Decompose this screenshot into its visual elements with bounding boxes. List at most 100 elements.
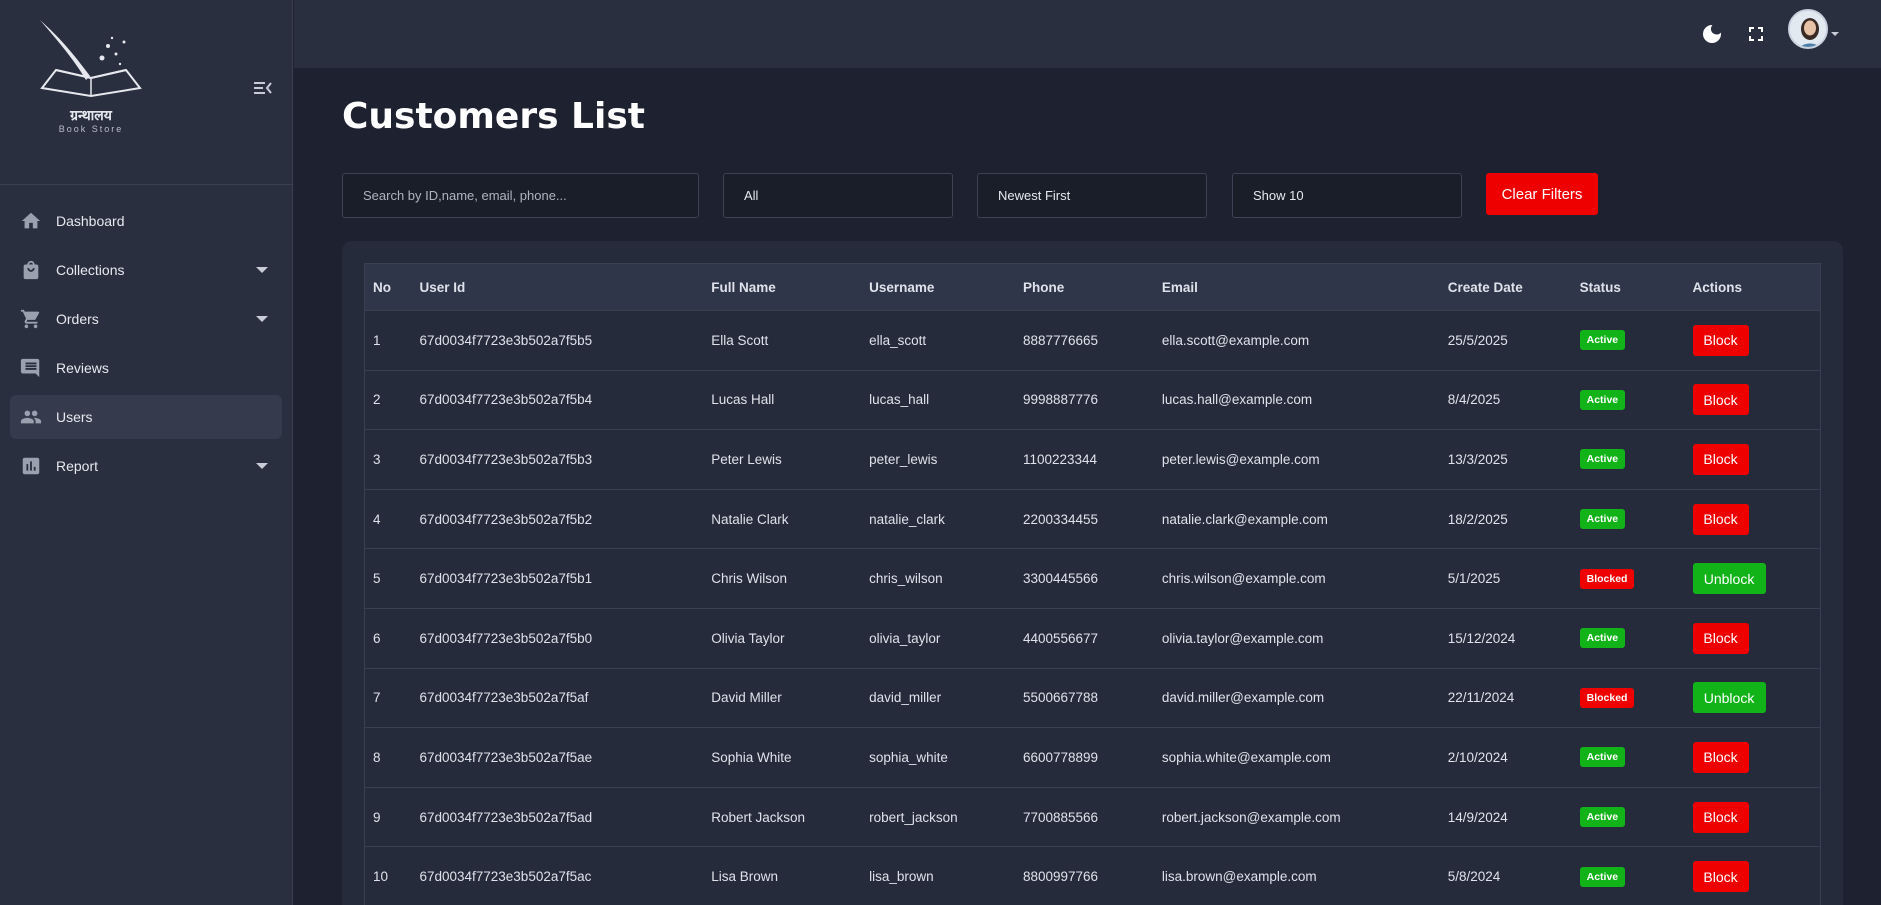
search-field[interactable]: [342, 173, 699, 218]
home-icon: [21, 212, 41, 229]
status-badge: Active: [1579, 807, 1626, 828]
status-cell: Active: [1572, 608, 1685, 668]
full-name-cell: Sophia White: [711, 749, 792, 765]
username-cell: natalie_clark: [869, 511, 945, 527]
user-id-cell: 67d0034f7723e3b502a7f5b5: [419, 332, 593, 348]
block-button[interactable]: Block: [1692, 622, 1749, 654]
fullscreen-button[interactable]: [1744, 22, 1768, 46]
sidebar-item-label: Users: [56, 409, 93, 425]
chevron-down-icon[interactable]: [1831, 32, 1839, 36]
status-badge: Active: [1579, 628, 1626, 649]
username-cell: david_miller: [869, 690, 942, 706]
sidebar-item-dashboard[interactable]: Dashboard: [10, 199, 282, 243]
status-cell: Active: [1572, 311, 1685, 371]
sidebar-item-label: Reviews: [56, 360, 109, 376]
table-row: 7 67d0034f7723e3b502a7f5af David Miller dav…: [364, 668, 1821, 728]
actions-cell: Block: [1685, 847, 1821, 905]
table-header-col-status: Status: [1579, 279, 1621, 295]
status-badge: Active: [1579, 449, 1626, 470]
status-badge: Blocked: [1579, 568, 1635, 589]
block-button[interactable]: Block: [1692, 861, 1749, 893]
comment-icon: [20, 358, 40, 378]
phone-cell: 8887776665: [1022, 332, 1099, 348]
status-cell: Blocked: [1572, 549, 1685, 609]
sidebar-item-collections[interactable]: Collections: [10, 248, 282, 292]
create-date-cell: 18/2/2025: [1447, 511, 1508, 527]
status-cell: Active: [1572, 370, 1685, 430]
moon-icon: [1703, 25, 1721, 43]
search-input[interactable]: [363, 188, 698, 203]
status-cell: Active: [1572, 787, 1685, 847]
people-icon: [20, 410, 42, 424]
cart-icon: [20, 309, 40, 329]
sidebar-item-orders[interactable]: Orders: [10, 297, 282, 341]
row-number: 5: [373, 571, 381, 587]
status-filter-value: All: [744, 188, 759, 203]
actions-cell: Block: [1685, 370, 1821, 430]
row-number: 6: [373, 630, 381, 646]
brand-logo[interactable]: ग्रन्थालय Book Store: [36, 18, 146, 138]
user-id-cell: 67d0034f7723e3b502a7f5b3: [419, 451, 593, 467]
row-number: 1: [373, 332, 381, 348]
chevron-down-icon: [256, 267, 268, 273]
user-id-cell: 67d0034f7723e3b502a7f5b1: [419, 571, 593, 587]
collapse-sidebar-button[interactable]: [254, 80, 276, 100]
table-row: 9 67d0034f7723e3b502a7f5ad Robert Jackson r…: [364, 787, 1821, 847]
block-button[interactable]: Block: [1692, 384, 1749, 416]
email-cell: lisa.brown@example.com: [1161, 869, 1317, 885]
actions-cell: Block: [1685, 728, 1821, 788]
block-button[interactable]: Block: [1692, 741, 1749, 773]
brand-title: ग्रन्थालय: [70, 108, 112, 124]
full-name-cell: David Miller: [711, 690, 782, 706]
sidebar-item-report[interactable]: Report: [10, 444, 282, 488]
create-date-cell: 13/3/2025: [1447, 451, 1508, 467]
book-quill-icon: [40, 20, 142, 98]
sidebar: ग्रन्थालय Book Store Dashboard Collectio…: [0, 0, 293, 905]
row-number: 3: [373, 451, 381, 467]
row-number: 8: [373, 749, 381, 765]
full-name-cell: Natalie Clark: [711, 511, 789, 527]
sidebar-item-users[interactable]: Users: [10, 395, 282, 439]
actions-cell: Block: [1685, 430, 1821, 490]
full-name-cell: Robert Jackson: [711, 809, 806, 825]
sort-select[interactable]: Newest First: [977, 173, 1207, 218]
unblock-button[interactable]: Unblock: [1692, 682, 1766, 714]
unblock-button[interactable]: Unblock: [1692, 563, 1766, 595]
user-id-cell: 67d0034f7723e3b502a7f5b2: [419, 511, 593, 527]
create-date-cell: 14/9/2024: [1447, 809, 1508, 825]
status-badge: Active: [1579, 389, 1626, 410]
block-button[interactable]: Block: [1692, 443, 1749, 475]
block-button[interactable]: Block: [1692, 801, 1749, 833]
status-filter-select[interactable]: All: [723, 173, 953, 218]
email-cell: natalie.clark@example.com: [1161, 511, 1328, 527]
table-header-row: No User Id Full Name Username Phone Email Crea…: [364, 263, 1821, 311]
table-row: 4 67d0034f7723e3b502a7f5b2 Natalie Clark na…: [364, 489, 1821, 549]
clear-filters-button[interactable]: Clear Filters: [1486, 173, 1598, 215]
full-name-cell: Olivia Taylor: [711, 630, 785, 646]
phone-cell: 3300445566: [1022, 571, 1099, 587]
table-body: 1 67d0034f7723e3b502a7f5b5 Ella Scott ella_…: [364, 311, 1821, 905]
chevron-down-icon: [256, 316, 268, 322]
page-size-select[interactable]: Show 10: [1232, 173, 1462, 218]
username-cell: ella_scott: [869, 332, 927, 348]
create-date-cell: 22/11/2024: [1447, 690, 1515, 706]
sidebar-item-label: Dashboard: [56, 213, 125, 229]
create-date-cell: 15/12/2024: [1447, 630, 1516, 646]
actions-cell: Unblock: [1685, 668, 1821, 728]
topbar: [294, 0, 1881, 68]
status-cell: Active: [1572, 430, 1685, 490]
theme-toggle-button[interactable]: [1700, 22, 1724, 46]
email-cell: david.miller@example.com: [1161, 690, 1325, 706]
sidebar-item-reviews[interactable]: Reviews: [10, 346, 282, 390]
sidebar-item-label: Report: [56, 458, 99, 474]
status-badge: Active: [1579, 330, 1626, 351]
table-header-col-create-date: Create Date: [1447, 279, 1523, 295]
avatar[interactable]: [1788, 9, 1828, 49]
phone-cell: 7700885566: [1022, 809, 1099, 825]
block-button[interactable]: Block: [1692, 503, 1749, 535]
block-button[interactable]: Block: [1692, 324, 1749, 356]
user-id-cell: 67d0034f7723e3b502a7f5ae: [419, 749, 593, 765]
brand-subtitle: Book Store: [58, 124, 124, 134]
chevron-down-icon: [256, 463, 268, 469]
phone-cell: 4400556677: [1022, 630, 1099, 646]
